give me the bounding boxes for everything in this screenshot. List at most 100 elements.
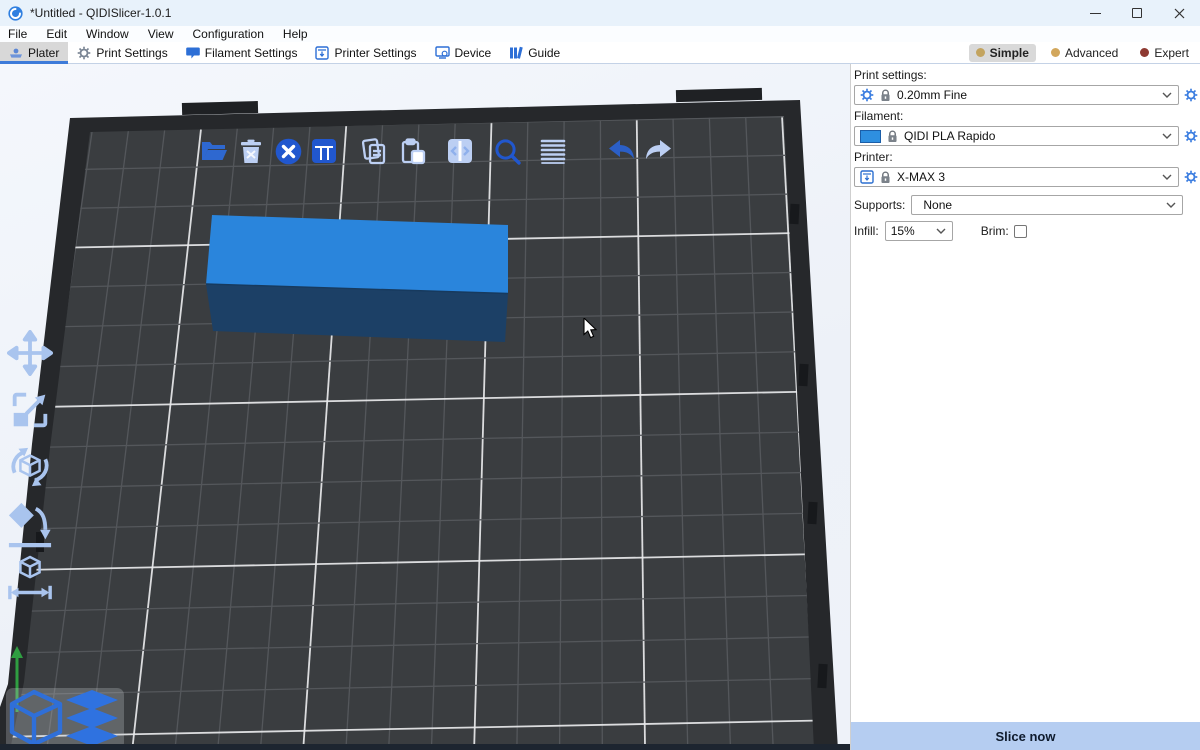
model-box[interactable]: [206, 215, 508, 342]
split-objects-button[interactable]: [445, 134, 475, 168]
layers-view-icon[interactable]: [66, 690, 118, 746]
variable-layer-height-button[interactable]: [538, 134, 568, 168]
slice-now-button[interactable]: Slice now: [851, 722, 1200, 750]
scale-tool[interactable]: [6, 385, 54, 435]
printer-label: Printer:: [854, 150, 1198, 164]
menu-bar: File Edit Window View Configuration Help: [0, 26, 1200, 42]
window-title: *Untitled - QIDISlicer-1.0.1: [30, 6, 171, 20]
bed-surface: [10, 116, 814, 750]
print-settings-label: Print settings:: [854, 68, 1198, 82]
search-button[interactable]: [492, 134, 522, 168]
split-objects-icon: [447, 138, 473, 164]
printer-select[interactable]: X-MAX 3: [854, 167, 1179, 187]
minimize-button[interactable]: [1074, 0, 1116, 26]
mode-expert[interactable]: Expert: [1133, 44, 1196, 62]
menu-file[interactable]: File: [8, 27, 27, 41]
filament-color-swatch: [860, 130, 881, 143]
brim-checkbox[interactable]: [1014, 225, 1027, 238]
advanced-mode-dot-icon: [1051, 48, 1060, 57]
lock-icon: [880, 171, 891, 184]
undo-icon: [606, 139, 636, 163]
edit-filament-button[interactable]: [1184, 129, 1198, 143]
tab-filament-settings[interactable]: Filament Settings: [177, 42, 307, 63]
chevron-down-icon: [1162, 174, 1172, 180]
filament-icon: [186, 46, 200, 59]
view-tools-panel: [6, 688, 124, 750]
arrange-button[interactable]: [309, 134, 339, 168]
close-button[interactable]: [1158, 0, 1200, 26]
printer-icon: [860, 170, 874, 184]
menu-configuration[interactable]: Configuration: [193, 27, 264, 41]
simple-mode-dot-icon: [976, 48, 985, 57]
maximize-button[interactable]: [1116, 0, 1158, 26]
move-tool[interactable]: [6, 328, 54, 378]
menu-window[interactable]: Window: [86, 27, 129, 41]
gear-icon: [77, 46, 91, 60]
delete-all-button[interactable]: [273, 134, 303, 168]
move-icon: [7, 330, 53, 376]
edit-print-settings-button[interactable]: [1184, 88, 1198, 102]
app-logo-icon: [8, 6, 23, 21]
measure-tool[interactable]: [6, 556, 54, 606]
top-toolbar: [199, 132, 674, 170]
filament-label: Filament:: [854, 109, 1198, 123]
place-on-face-tool[interactable]: [6, 499, 54, 549]
variable-layer-height-icon: [540, 138, 566, 164]
chevron-down-icon: [1166, 202, 1176, 208]
printer-icon: [315, 46, 329, 60]
menu-edit[interactable]: Edit: [46, 27, 67, 41]
tab-guide[interactable]: Guide: [500, 42, 569, 63]
gear-icon: [1184, 129, 1198, 143]
place-on-face-icon: [7, 497, 53, 551]
delete-all-icon: [275, 138, 302, 165]
mode-simple[interactable]: Simple: [969, 44, 1036, 62]
chevron-down-icon: [936, 228, 946, 234]
menu-view[interactable]: View: [148, 27, 174, 41]
menu-help[interactable]: Help: [283, 27, 308, 41]
bottom-edge: [0, 744, 850, 750]
rotate-tool[interactable]: [6, 442, 54, 492]
delete-button[interactable]: [236, 134, 266, 168]
delete-icon: [240, 139, 262, 164]
guide-books-icon: [509, 46, 523, 59]
plater-icon: [9, 46, 23, 59]
copy-button[interactable]: [359, 134, 389, 168]
infill-label: Infill:: [854, 224, 879, 238]
arrange-icon: [311, 138, 337, 164]
supports-select[interactable]: None: [911, 195, 1183, 215]
open-project-icon: [201, 139, 228, 163]
infill-select[interactable]: 15%: [885, 221, 953, 241]
chevron-down-icon: [1162, 133, 1172, 139]
tab-print-settings[interactable]: Print Settings: [68, 42, 176, 63]
gizmo-toolbar: [6, 328, 54, 606]
search-icon: [494, 138, 521, 165]
copy-icon: [362, 138, 387, 165]
gear-icon: [1184, 88, 1198, 102]
tab-plater[interactable]: Plater: [0, 42, 68, 63]
tab-printer-settings[interactable]: Printer Settings: [306, 42, 425, 63]
measure-icon: [7, 555, 53, 607]
tab-device[interactable]: Device: [426, 42, 501, 63]
lock-icon: [880, 89, 891, 102]
paste-icon: [401, 138, 426, 165]
mode-advanced[interactable]: Advanced: [1044, 44, 1125, 62]
lock-icon: [887, 130, 898, 143]
paste-button[interactable]: [398, 134, 428, 168]
edit-printer-button[interactable]: [1184, 170, 1198, 184]
tab-bar: Plater Print Settings Filament Settings …: [0, 42, 1200, 64]
3d-viewport[interactable]: [0, 64, 850, 750]
device-monitor-icon: [435, 46, 450, 59]
title-bar: *Untitled - QIDISlicer-1.0.1: [0, 0, 1200, 26]
print-settings-select[interactable]: 0.20mm Fine: [854, 85, 1179, 105]
filament-select[interactable]: QIDI PLA Rapido: [854, 126, 1179, 146]
minimize-icon: [1090, 13, 1101, 14]
expert-mode-dot-icon: [1140, 48, 1149, 57]
undo-button[interactable]: [606, 134, 636, 168]
open-project-button[interactable]: [199, 134, 229, 168]
rotate-icon: [7, 442, 53, 492]
gear-icon: [1184, 170, 1198, 184]
chevron-down-icon: [1162, 92, 1172, 98]
supports-label: Supports:: [854, 198, 905, 212]
redo-button[interactable]: [644, 134, 674, 168]
brim-label: Brim:: [981, 224, 1009, 238]
